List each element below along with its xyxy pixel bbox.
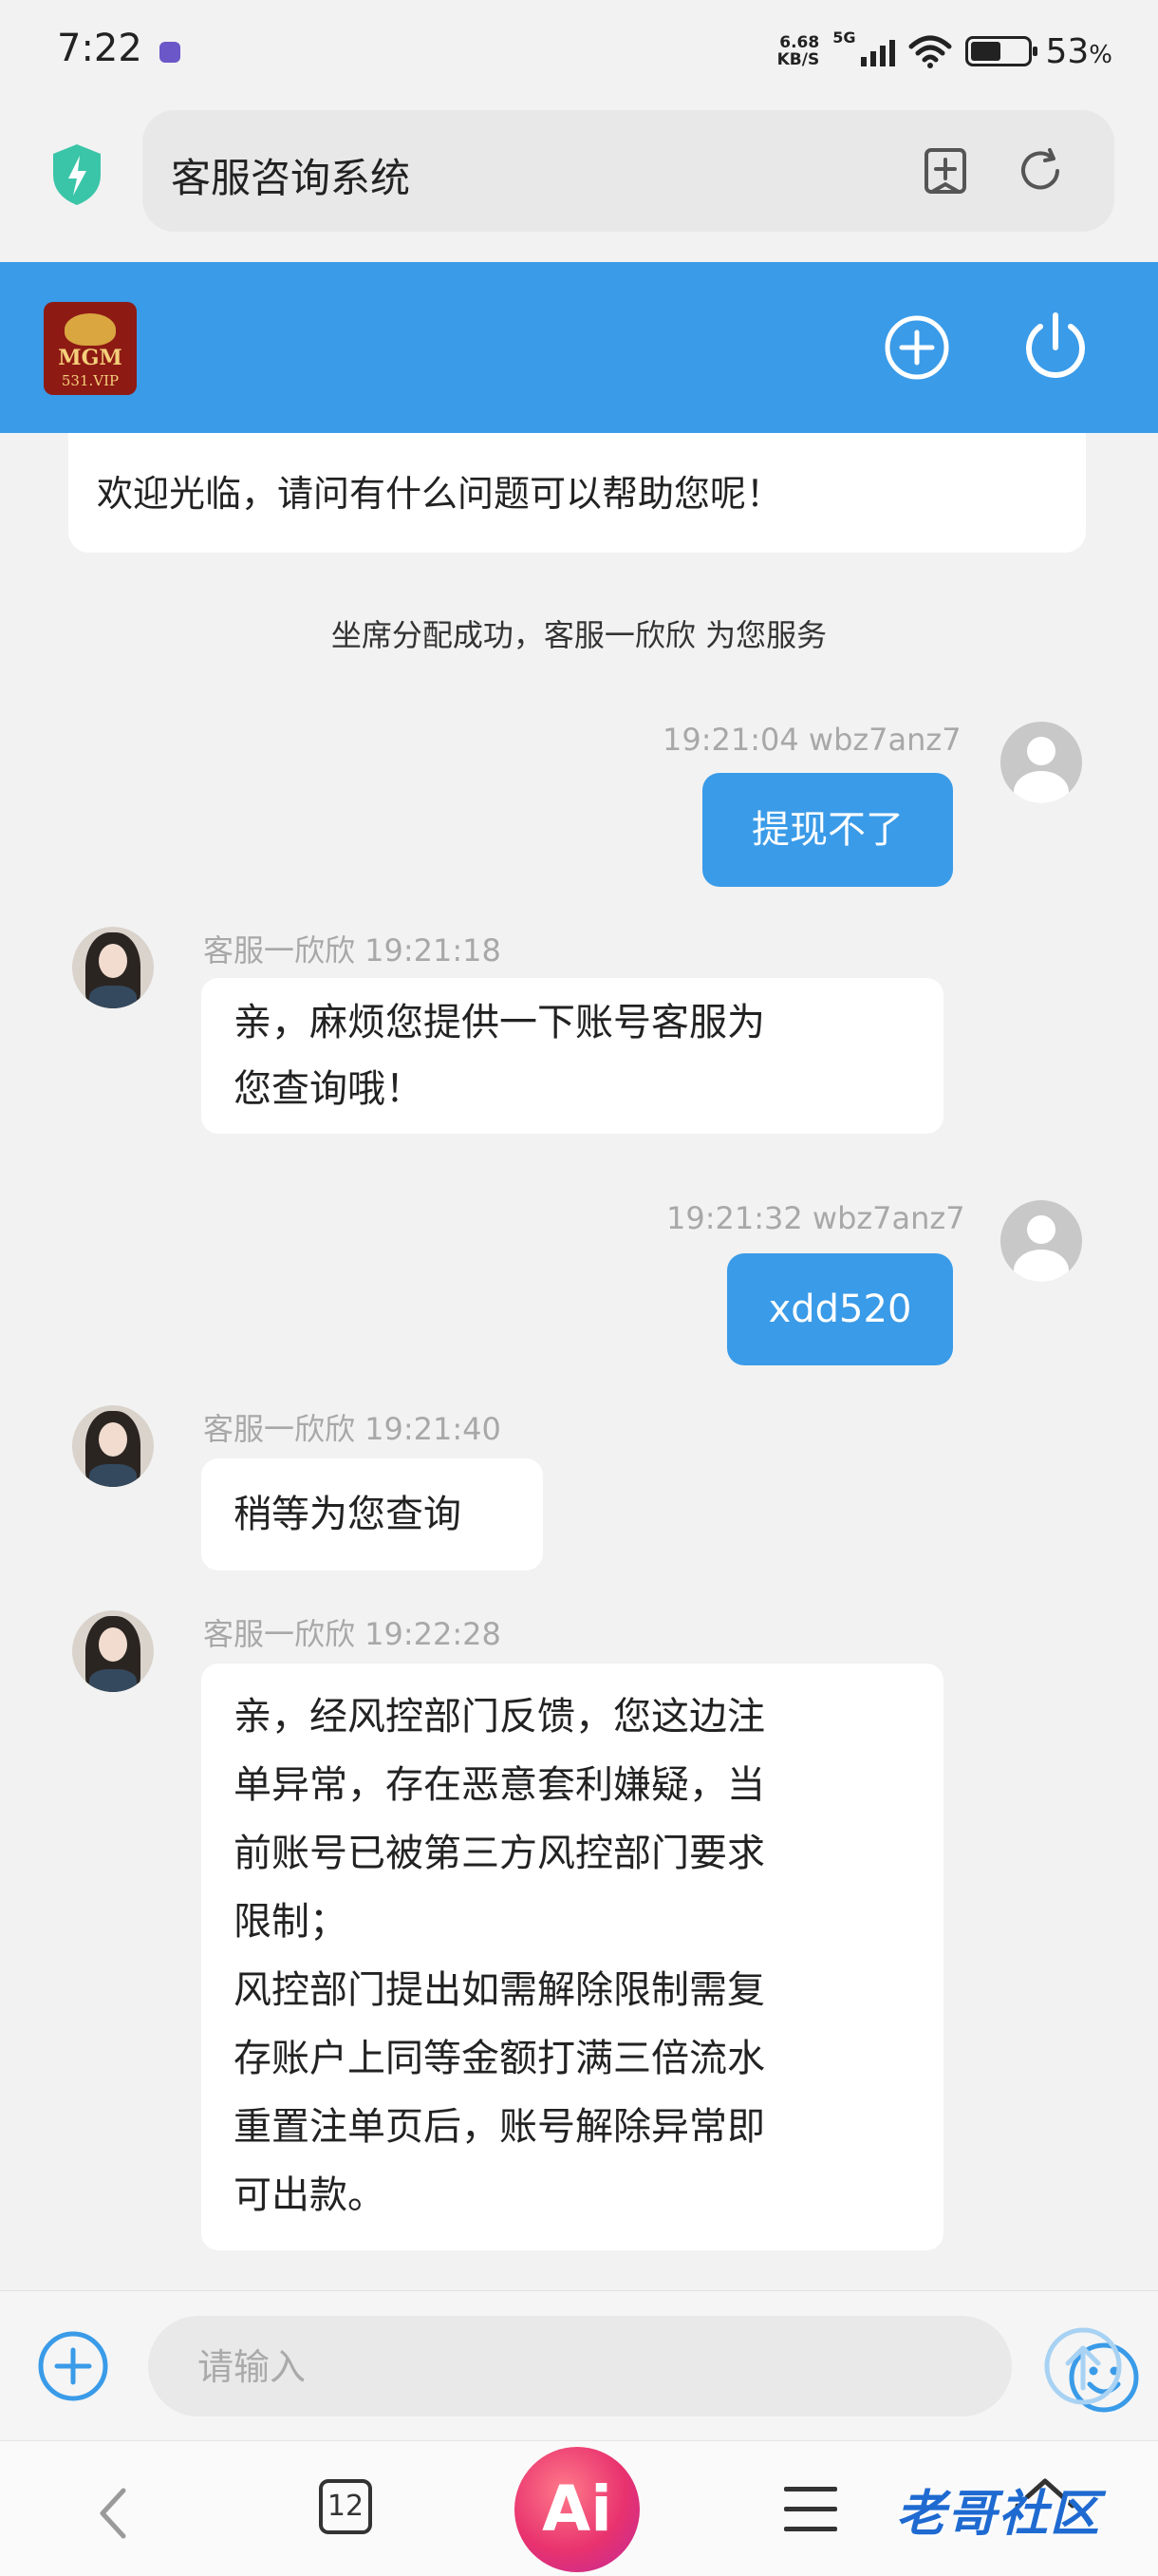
message-line: 前账号已被第三方风控部门要求: [233, 1832, 765, 1875]
message-line: 限制；: [233, 1900, 347, 1944]
lion-icon: [65, 313, 116, 346]
status-indicators: 6.68 KB/S 5G 53%: [777, 23, 1112, 80]
network-speed: 6.68 KB/S: [777, 34, 820, 68]
menu-icon[interactable]: [784, 2487, 837, 2534]
agent-message-bubble: 稍等为您查询: [201, 1458, 543, 1570]
message-line: 单异常，存在恶意套利嫌疑，当: [233, 1763, 765, 1807]
message-meta: 客服一欣欣 19:21:18: [203, 932, 501, 968]
browser-address-bar: 客服咨询系统: [0, 104, 1158, 262]
agent-avatar: [72, 1405, 154, 1487]
system-message: 坐席分配成功，客服一欣欣 为您服务: [330, 617, 828, 653]
message-line: 亲，经风控部门反馈，您这边注: [233, 1695, 765, 1739]
message-meta: 客服一欣欣 19:22:28: [203, 1616, 501, 1652]
message-line: 可出款。: [233, 2173, 385, 2217]
message-line: 您查询哦！: [233, 1067, 423, 1111]
add-circle-icon[interactable]: [883, 313, 951, 382]
app-header: MGM 531.VIP: [0, 262, 1158, 433]
message-input[interactable]: [196, 2316, 864, 2418]
user-avatar: [1000, 1200, 1082, 1282]
message-input-wrapper: [148, 2316, 1139, 2418]
message-line: 重置注单页后，账号解除异常即: [233, 2105, 765, 2149]
message-line: 风控部门提出如需解除限制需复: [233, 1968, 765, 2012]
brand-logo: MGM 531.VIP: [44, 302, 137, 395]
site-watermark: 老哥社区: [896, 2486, 1102, 2543]
browser-bottom-nav: 12 Ai 老哥社区: [0, 2440, 1158, 2576]
logo-subtext: 531.VIP: [61, 372, 120, 389]
agent-message-bubble: 亲，经风控部门反馈，您这边注 单异常，存在恶意套利嫌疑，当 前账号已被第三方风控…: [201, 1664, 943, 2250]
network-type: 5G: [832, 28, 856, 47]
user-message-bubble: 提现不了: [702, 773, 953, 887]
send-arrow-icon[interactable]: [1042, 2325, 1124, 2407]
tabs-button[interactable]: 12: [319, 2479, 372, 2534]
status-time: 7:22: [57, 27, 142, 70]
network-speed-unit: KB/S: [776, 50, 820, 69]
signal-icon: [861, 36, 896, 66]
user-avatar: [1000, 722, 1082, 803]
battery-icon: [965, 36, 1038, 66]
battery-percent-unit: %: [1089, 40, 1112, 69]
message-meta: 19:21:04 wbz7anz7: [663, 722, 962, 758]
message-line: 存账户上同等金额打满三倍流水: [233, 2037, 765, 2080]
message-line: 亲，麻烦您提供一下账号客服为: [233, 1001, 765, 1044]
battery-percent: 53%: [1045, 32, 1112, 71]
logo-text: MGM: [58, 346, 122, 370]
message-meta: 客服一欣欣 19:21:40: [203, 1411, 501, 1447]
back-chevron-icon[interactable]: [91, 2485, 137, 2542]
attach-plus-icon[interactable]: [36, 2329, 110, 2403]
message-meta: 19:21:32 wbz7anz7: [666, 1200, 965, 1236]
agent-avatar: [72, 927, 154, 1008]
battery-percent-value: 53: [1045, 31, 1090, 71]
chat-area[interactable]: 欢迎光临，请问有什么问题可以帮助您呢！ 坐席分配成功，客服一欣欣 为您服务 19…: [0, 433, 1158, 2290]
network-speed-value: 6.68: [779, 33, 820, 52]
refresh-icon[interactable]: [1016, 146, 1065, 196]
message-line: 稍等为您查询: [233, 1493, 461, 1536]
battery-fill: [971, 42, 1001, 61]
agent-message-bubble: 亲，麻烦您提供一下账号客服为 您查询哦！: [201, 978, 943, 1134]
page-title: 客服咨询系统: [171, 155, 411, 201]
ai-assistant-button[interactable]: Ai: [514, 2447, 640, 2572]
notification-icon: [159, 42, 180, 63]
add-bookmark-icon[interactable]: [921, 146, 970, 196]
welcome-message: 欢迎光临，请问有什么问题可以帮助您呢！: [68, 433, 1086, 553]
url-field[interactable]: 客服咨询系统: [142, 110, 1114, 232]
message-input-bar: [0, 2290, 1158, 2441]
agent-avatar: [72, 1610, 154, 1692]
status-bar: 7:22 6.68 KB/S 5G 53%: [0, 0, 1158, 104]
user-message-bubble: xdd520: [727, 1253, 953, 1365]
power-icon[interactable]: [1018, 310, 1093, 385]
wifi-icon: [908, 35, 952, 68]
security-shield-icon[interactable]: [49, 142, 104, 207]
